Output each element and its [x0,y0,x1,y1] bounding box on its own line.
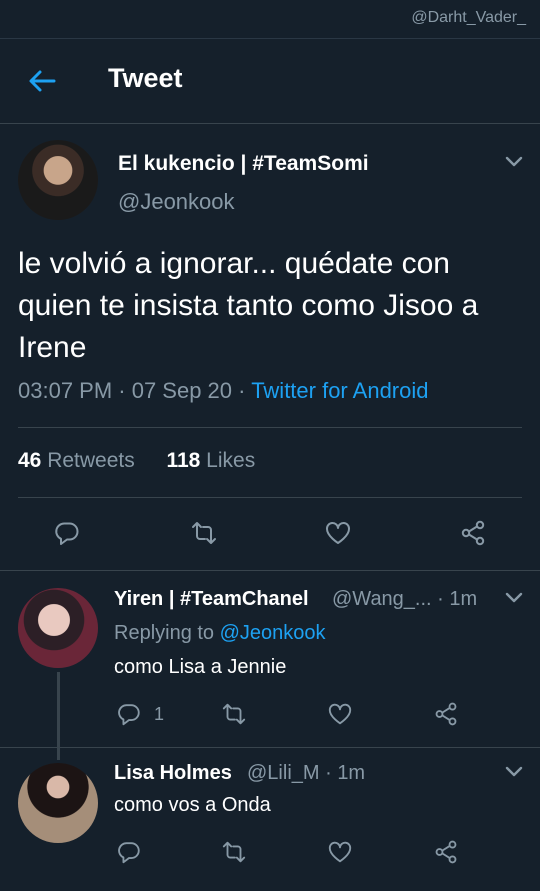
divider [0,570,540,571]
like-icon[interactable] [324,519,352,547]
reply-text: como vos a Onda [114,794,271,816]
retweets-count: 46 [18,449,42,472]
like-icon[interactable] [327,701,353,727]
like-icon[interactable] [327,839,353,865]
chevron-down-icon[interactable] [504,765,524,779]
author-handle[interactable]: @Jeonkook [118,189,235,215]
reply-count: 1 [154,704,165,724]
tweet-source-link[interactable]: Twitter for Android [251,378,428,403]
avatar[interactable] [18,588,98,668]
tweet-timestamp: 03:07 PM · 07 Sep 20 · [18,378,252,403]
tweet-stats: 46 Retweets 118 Likes [18,449,255,473]
share-icon[interactable] [459,519,487,547]
reply-icon[interactable] [116,701,142,727]
likes-count: 118 [166,449,201,472]
watermark: @Darht_Vader_ [411,9,526,26]
author-name[interactable]: El kukencio | #TeamSomi [118,152,369,176]
reply-author-name[interactable]: Yiren | #TeamChanel [114,588,309,611]
divider [18,497,522,498]
retweets-stat[interactable]: 46 Retweets [18,449,135,472]
likes-stat[interactable]: 118 Likes [166,449,255,472]
divider [0,747,540,748]
reply-author-handle[interactable]: @Lili_M · 1m [247,762,365,785]
retweet-icon[interactable] [221,839,247,865]
share-icon[interactable] [433,839,459,865]
reply-icon[interactable] [116,839,142,865]
retweet-icon[interactable] [190,519,218,547]
chevron-down-icon[interactable] [504,155,524,169]
tweet-text: le volvió a ignorar... quédate con quien… [18,247,479,364]
replying-to-label: Replying to [114,622,220,644]
retweet-icon[interactable] [221,701,247,727]
reply-icon[interactable] [53,519,81,547]
page-title: Tweet [108,63,183,93]
likes-label: Likes [206,449,256,472]
avatar[interactable] [18,763,98,843]
divider [18,427,522,428]
mention-link[interactable]: @Jeonkook [220,622,326,644]
tweet-meta: 03:07 PM · 07 Sep 20 · Twitter for Andro… [18,378,429,404]
avatar[interactable] [18,140,98,220]
share-icon[interactable] [433,701,459,727]
replying-to: Replying to @Jeonkook [114,622,326,645]
retweets-label: Retweets [47,449,135,472]
reply-author-handle[interactable]: @Wang_... · 1m [332,588,477,611]
reply-text: como Lisa a Jennie [114,656,287,678]
reply-author-name[interactable]: Lisa Holmes [114,762,232,785]
top-bar: Tweet [0,38,540,124]
back-arrow-icon[interactable] [26,65,58,97]
chevron-down-icon[interactable] [504,591,524,605]
